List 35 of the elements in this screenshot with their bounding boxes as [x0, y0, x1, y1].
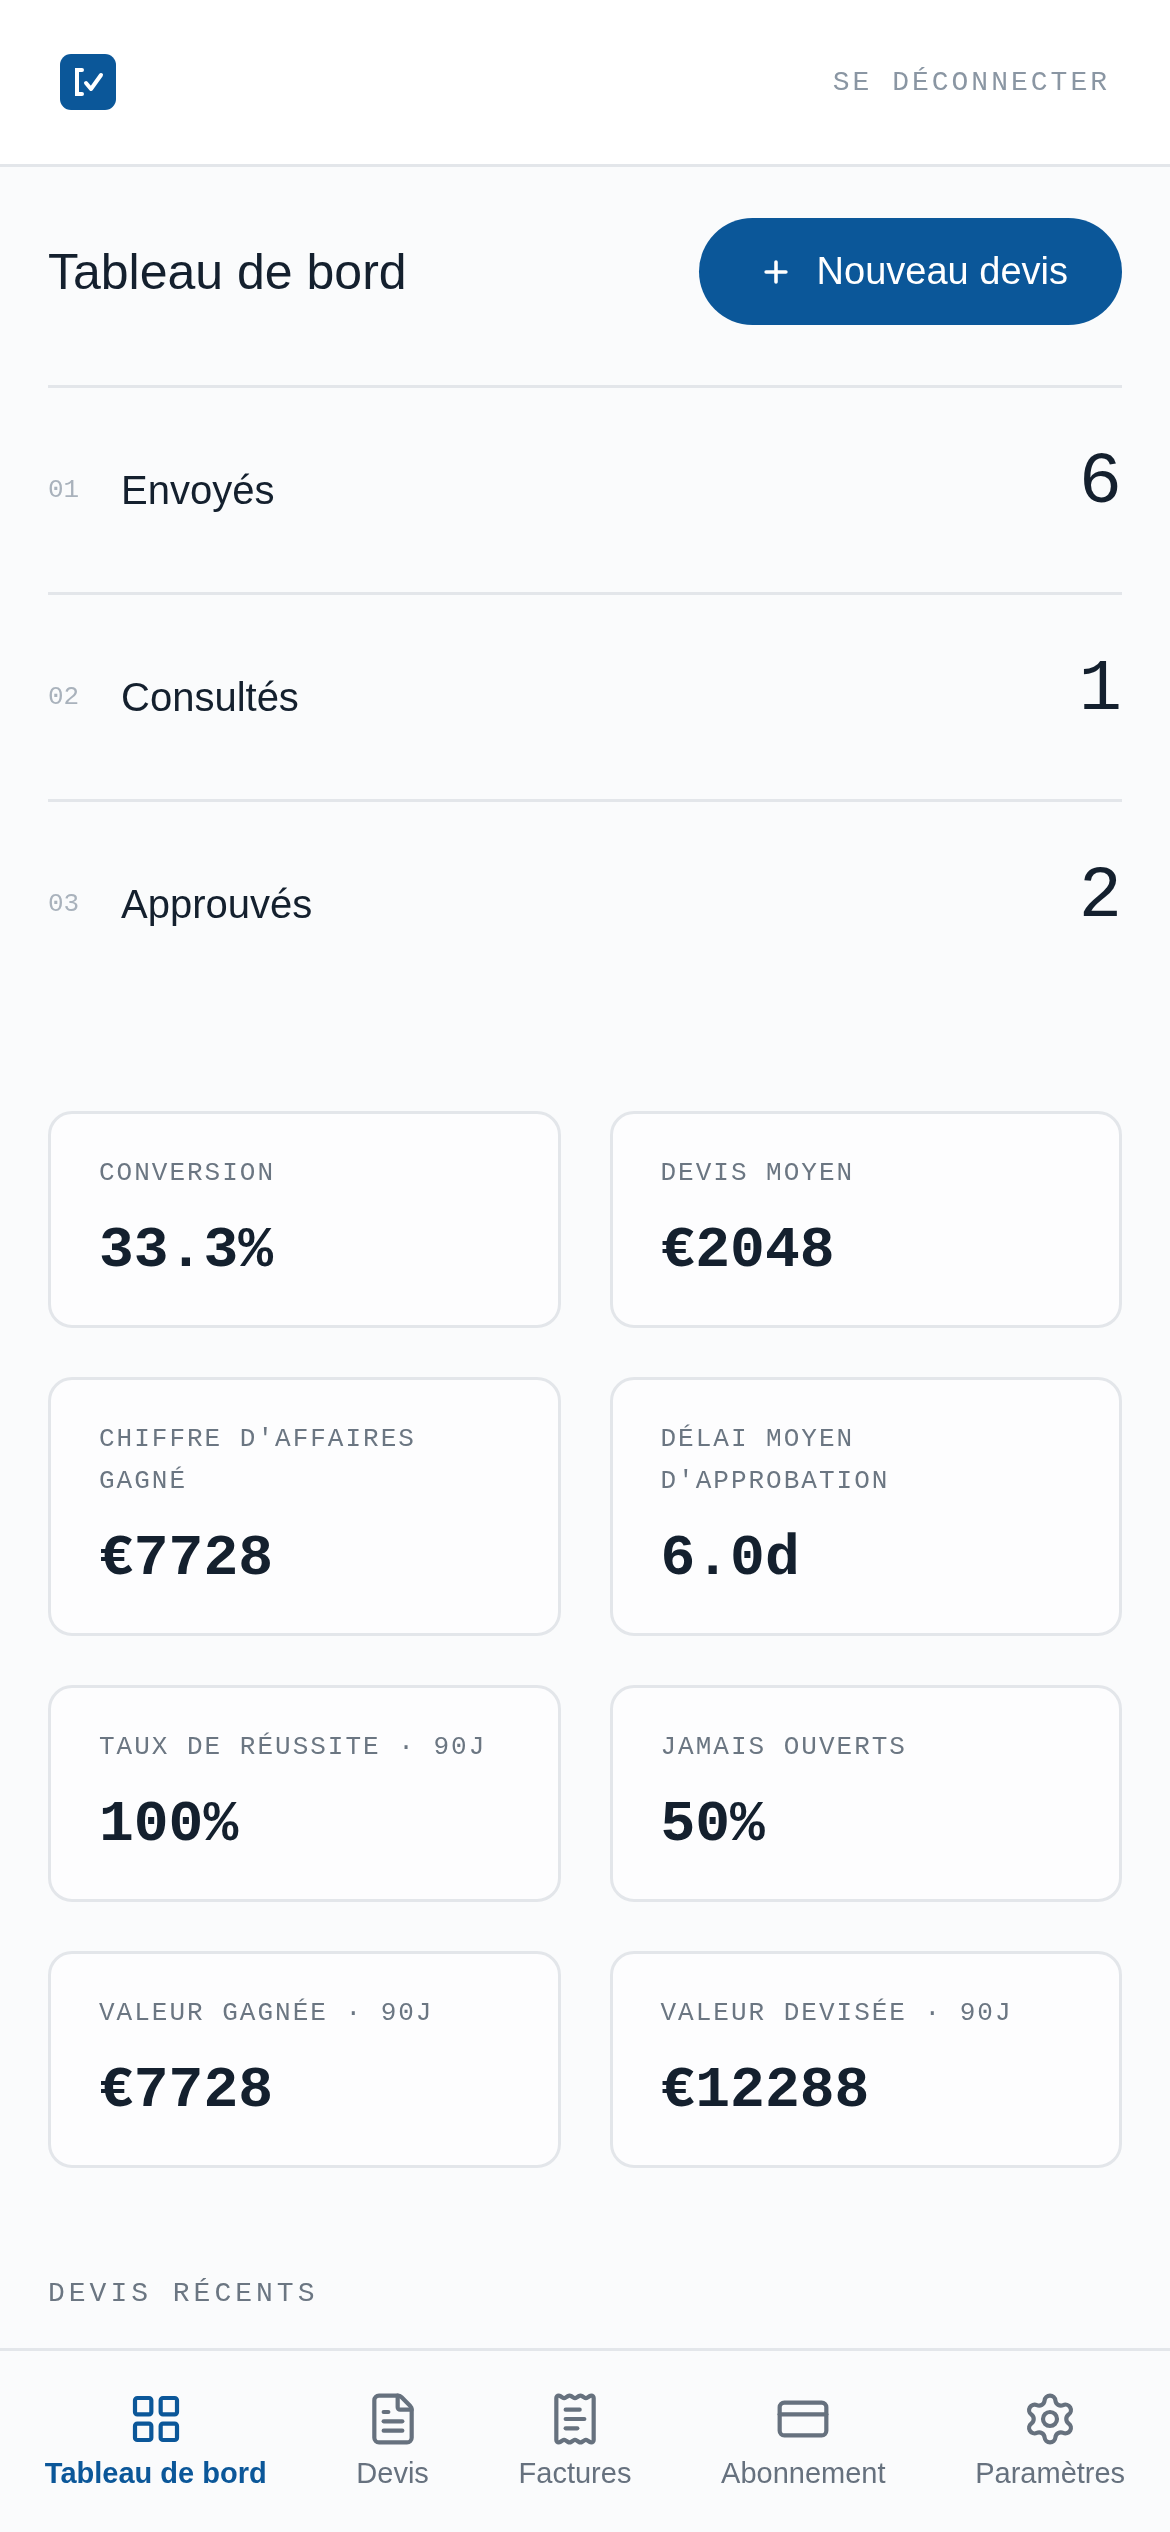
status-label: Envoyés	[121, 467, 276, 513]
status-label: Consultés	[121, 674, 300, 720]
row-number: 01	[48, 475, 81, 505]
metric-value: €12288	[660, 2058, 871, 2123]
page-title: Tableau de bord	[48, 242, 407, 301]
metric-value: €7728	[99, 1526, 275, 1591]
nav-tab[interactable]: Devis	[356, 2391, 429, 2490]
status-count: 2	[1078, 856, 1122, 938]
nav-tab[interactable]: Factures	[518, 2391, 632, 2490]
new-quote-button[interactable]: Nouveau devis	[698, 218, 1122, 325]
metric-label: VALEUR DEVISÉE · 90J	[660, 1997, 1014, 2030]
status-label: Approuvés	[121, 881, 314, 927]
metric-value: 100%	[99, 1792, 240, 1857]
metric-value: €2048	[660, 1218, 836, 1283]
metric-label: CONVERSION	[99, 1157, 277, 1190]
metric-value: 33.3%	[99, 1218, 275, 1283]
metric-label: DÉLAI MOYEN D'APPROBATION	[660, 1423, 891, 1498]
row-number: 02	[48, 682, 81, 712]
status-count: 1	[1078, 649, 1122, 731]
nav-tab[interactable]: Abonnement	[721, 2391, 886, 2490]
row-number: 03	[48, 889, 81, 919]
status-count: 6	[1078, 442, 1122, 524]
metric-label: TAUX DE RÉUSSITE · 90J	[99, 1731, 488, 1764]
nav-tab[interactable]: Tableau de bord	[44, 2391, 267, 2490]
metric-value: 50%	[660, 1792, 766, 1857]
section-heading: DEVIS RÉCENTS	[48, 2278, 320, 2309]
metric-label: VALEUR GAGNÉE · 90J	[99, 1997, 435, 2030]
logo-icon	[60, 54, 116, 110]
metric-label: DEVIS MOYEN	[660, 1157, 856, 1190]
metric-value: €7728	[99, 2058, 275, 2123]
metric-value: 6.0d	[660, 1526, 801, 1591]
metric-label: CHIFFRE D'AFFAIRES GAGNÉ	[99, 1423, 417, 1498]
nav-tab[interactable]: Paramètres	[975, 2391, 1126, 2490]
metric-label: JAMAIS OUVERTS	[660, 1731, 908, 1764]
logout-link[interactable]: SE DÉCONNECTER	[832, 66, 1110, 98]
